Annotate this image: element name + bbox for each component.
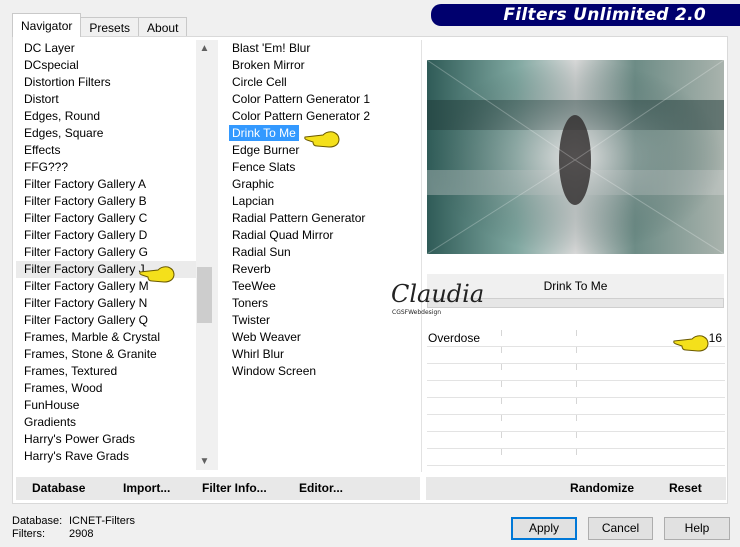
tab-about[interactable]: About bbox=[138, 17, 188, 37]
apply-button[interactable]: Apply bbox=[511, 517, 577, 540]
category-item[interactable]: Harry's Rave Grads bbox=[16, 448, 212, 465]
navigator-toolbar: Database Import... Filter Info... Editor… bbox=[16, 477, 420, 500]
parameter-row[interactable] bbox=[427, 398, 725, 415]
database-button[interactable]: Database bbox=[32, 481, 85, 495]
filter-item-selected[interactable]: Drink To Me bbox=[229, 125, 299, 141]
category-item[interactable]: Distortion Filters bbox=[16, 74, 212, 91]
category-item[interactable]: Filter Factory Gallery D bbox=[16, 227, 212, 244]
category-item[interactable]: Edges, Round bbox=[16, 108, 212, 125]
parameter-toolbar: Randomize Reset bbox=[426, 477, 726, 500]
category-item[interactable]: Filter Factory Gallery Q bbox=[16, 312, 212, 329]
watermark-signature: Claudia CGSFWebdesign bbox=[391, 280, 484, 316]
pointer-hand-icon bbox=[139, 266, 175, 283]
database-value: ICNET-Filters bbox=[69, 515, 135, 527]
tab-navigator[interactable]: Navigator bbox=[12, 13, 82, 37]
filter-item[interactable]: Graphic bbox=[219, 176, 420, 193]
filter-item[interactable]: Blast 'Em! Blur bbox=[219, 40, 420, 57]
database-label: Database: bbox=[12, 515, 63, 527]
category-item[interactable]: Edges, Square bbox=[16, 125, 212, 142]
filter-item[interactable]: Radial Pattern Generator bbox=[219, 210, 420, 227]
category-item[interactable]: Distort bbox=[16, 91, 212, 108]
category-item[interactable]: DCspecial bbox=[16, 57, 212, 74]
title-banner: Filters Unlimited 2.0 bbox=[431, 4, 740, 26]
filter-item[interactable]: Broken Mirror bbox=[219, 57, 420, 74]
filter-item[interactable]: Color Pattern Generator 1 bbox=[219, 91, 420, 108]
category-item[interactable]: Frames, Stone & Granite bbox=[16, 346, 212, 363]
cancel-button[interactable]: Cancel bbox=[588, 517, 653, 540]
preview-image bbox=[427, 60, 724, 254]
help-button[interactable]: Help bbox=[664, 517, 730, 540]
filter-item[interactable]: Lapcian bbox=[219, 193, 420, 210]
filter-info-button[interactable]: Filter Info... bbox=[202, 481, 267, 495]
filters-label: Filters: bbox=[12, 528, 45, 540]
filter-item[interactable]: Color Pattern Generator 2 bbox=[219, 108, 420, 125]
category-item[interactable]: Gradients bbox=[16, 414, 212, 431]
scroll-down-icon[interactable]: ▼ bbox=[196, 453, 213, 470]
category-item[interactable]: FFG??? bbox=[16, 159, 212, 176]
parameter-row[interactable] bbox=[427, 381, 725, 398]
filter-item[interactable]: Fence Slats bbox=[219, 159, 420, 176]
filter-item[interactable]: Window Screen bbox=[219, 363, 420, 380]
category-item[interactable]: Filter Factory Gallery G bbox=[16, 244, 212, 261]
pointer-hand-icon bbox=[304, 131, 340, 148]
category-list[interactable]: DC Layer DCspecial Distortion Filters Disto… bbox=[16, 40, 212, 470]
import-button[interactable]: Import... bbox=[123, 481, 170, 495]
parameter-row[interactable] bbox=[427, 364, 725, 381]
category-item[interactable]: Filter Factory Gallery A bbox=[16, 176, 212, 193]
category-item[interactable]: Harry's Power Grads bbox=[16, 431, 212, 448]
reset-button[interactable]: Reset bbox=[669, 481, 702, 495]
category-item[interactable]: Filter Factory Gallery M bbox=[16, 278, 212, 295]
filters-count: 2908 bbox=[69, 528, 94, 540]
filter-item[interactable]: Whirl Blur bbox=[219, 346, 420, 363]
parameter-row[interactable] bbox=[427, 415, 725, 432]
category-item[interactable]: Frames, Textured bbox=[16, 363, 212, 380]
parameter-value: 16 bbox=[708, 331, 722, 345]
category-item[interactable]: Frames, Wood bbox=[16, 380, 212, 397]
category-scrollbar[interactable]: ▲ ▼ bbox=[196, 40, 213, 470]
parameter-row[interactable] bbox=[427, 449, 725, 466]
editor-button[interactable]: Editor... bbox=[299, 481, 343, 495]
svg-text:Claudia: Claudia bbox=[391, 280, 484, 308]
app-title: Filters Unlimited 2.0 bbox=[503, 5, 706, 25]
scroll-up-icon[interactable]: ▲ bbox=[196, 40, 213, 57]
list-divider bbox=[213, 40, 218, 470]
filter-item[interactable]: Web Weaver bbox=[219, 329, 420, 346]
tab-presets[interactable]: Presets bbox=[80, 17, 140, 37]
scroll-thumb[interactable] bbox=[197, 267, 212, 323]
status-info: Database: ICNET-Filters Filters: 2908 bbox=[12, 515, 135, 541]
svg-text:CGSFWebdesign: CGSFWebdesign bbox=[392, 309, 441, 316]
filter-item[interactable]: Radial Sun bbox=[219, 244, 420, 261]
category-item[interactable]: Filter Factory Gallery J bbox=[16, 261, 212, 278]
category-item[interactable]: Filter Factory Gallery C bbox=[16, 210, 212, 227]
parameter-row[interactable] bbox=[427, 432, 725, 449]
pointer-hand-icon bbox=[673, 335, 709, 352]
randomize-button[interactable]: Randomize bbox=[570, 481, 634, 495]
filter-item[interactable]: Circle Cell bbox=[219, 74, 420, 91]
filter-list[interactable]: Blast 'Em! Blur Broken Mirror Circle Cell C… bbox=[219, 40, 420, 470]
category-item[interactable]: Filter Factory Gallery N bbox=[16, 295, 212, 312]
category-item[interactable]: Frames, Marble & Crystal bbox=[16, 329, 212, 346]
parameter-name: Overdose bbox=[428, 331, 481, 345]
tab-bar: Navigator Presets About bbox=[12, 13, 188, 37]
category-item[interactable]: FunHouse bbox=[16, 397, 212, 414]
category-item[interactable]: Filter Factory Gallery B bbox=[16, 193, 212, 210]
category-item[interactable]: Effects bbox=[16, 142, 212, 159]
category-item[interactable]: DC Layer bbox=[16, 40, 212, 57]
filter-item[interactable]: Radial Quad Mirror bbox=[219, 227, 420, 244]
